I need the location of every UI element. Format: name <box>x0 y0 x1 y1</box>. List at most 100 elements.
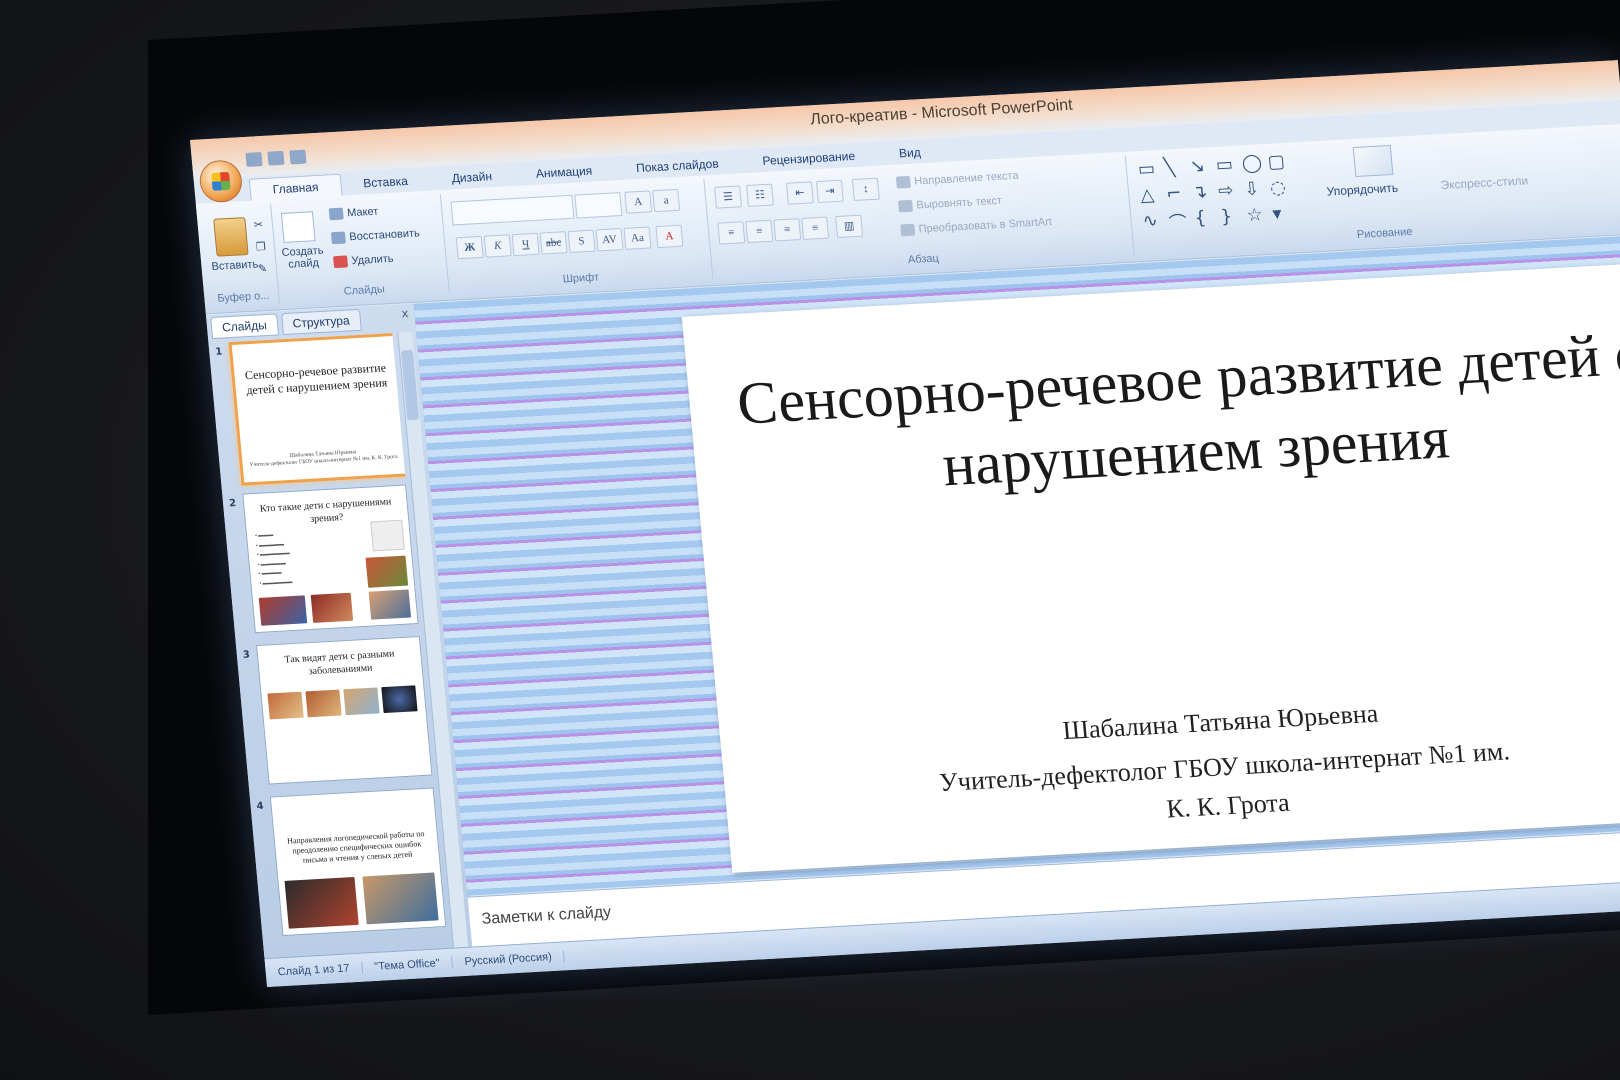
reset-button[interactable]: Восстановить <box>330 227 421 245</box>
arrow-line-shape-icon[interactable]: ↘ <box>1189 155 1206 177</box>
font-group-label: Шрифт <box>562 271 600 286</box>
thumb-canvas: Кто такие дети с нарушениями зрения? ▪ ▬… <box>242 484 419 634</box>
freeform-shape-icon[interactable]: ∿ <box>1142 210 1159 232</box>
oval-shape-icon[interactable]: ◯ <box>1241 152 1263 174</box>
columns-icon[interactable]: ▥ <box>835 214 864 239</box>
layout-button[interactable]: Макет <box>328 205 379 221</box>
close-icon[interactable]: x <box>401 306 409 320</box>
line-shape-icon[interactable]: ╲ <box>1163 157 1176 179</box>
underline-icon[interactable]: Ч <box>511 232 540 257</box>
rounded-rect-shape-icon[interactable]: ▢ <box>1267 151 1286 173</box>
arrange-button[interactable]: Упорядочить <box>1326 181 1399 199</box>
change-case-icon[interactable]: Aa <box>623 226 652 250</box>
slides-group-label: Слайды <box>343 283 386 298</box>
slide-thumbnail-4[interactable]: 4 Направления логопедической работы по п… <box>254 787 447 943</box>
slide-thumbnail-1[interactable]: 1 Сенсорно-речевое развитие детей с нару… <box>212 333 410 489</box>
align-text-button[interactable]: Выровнять текст <box>897 194 1003 213</box>
rectangle-shape-icon[interactable]: ▭ <box>1215 154 1234 176</box>
drawing-group-label: Рисование <box>1356 225 1413 241</box>
new-slide-icon[interactable] <box>280 211 316 243</box>
font-family-input[interactable] <box>450 194 575 226</box>
layout-icon <box>328 207 344 221</box>
font-group: A a Ж К Ч abc S AV Aa A Шрифт <box>441 179 714 294</box>
bullets-icon[interactable]: ☰ <box>714 185 743 209</box>
increase-indent-icon[interactable]: ⇥ <box>815 179 844 204</box>
photo-image <box>365 555 409 588</box>
redo-icon[interactable] <box>289 149 307 165</box>
down-arrow-shape-icon[interactable]: ⇩ <box>1243 178 1260 200</box>
current-slide[interactable]: Сенсорно-речевое развитие детей с наруше… <box>681 261 1620 873</box>
justify-icon[interactable]: ≡ <box>801 216 830 240</box>
drawing-group: ▭ ╲ ↘ ▭ ◯ ▢ △ ⌐ ↴ ⇨ ⇩ ◌ ∿ ⌒ { } ☆ ▾ Упор… <box>1127 128 1620 255</box>
photo-image <box>310 592 354 623</box>
slides-group: Создать слайд Макет Восстановить Удалить… <box>272 194 450 304</box>
font-size-input[interactable] <box>574 192 623 219</box>
copy-icon[interactable]: ❐ <box>255 240 266 254</box>
undo-icon[interactable] <box>267 150 285 166</box>
format-painter-icon[interactable]: ✎ <box>257 262 267 275</box>
elbow-connector-icon[interactable]: ⌐ <box>1165 183 1182 205</box>
convert-smartart-button[interactable]: Преобразовать в SmartArt <box>900 216 1052 237</box>
align-text-label: Выровнять текст <box>915 194 1003 212</box>
thumb-title: Так видят дети с разными заболеваниями <box>283 648 395 677</box>
status-theme: "Тема Office" <box>361 956 454 974</box>
more-shapes-icon[interactable]: ▾ <box>1272 203 1283 224</box>
save-icon[interactable] <box>245 152 263 167</box>
bold-icon[interactable]: Ж <box>455 235 484 260</box>
photo-image <box>381 685 418 714</box>
italic-icon[interactable]: К <box>483 234 512 258</box>
quick-styles-button[interactable]: Экспресс-стили <box>1440 173 1529 192</box>
font-color-icon[interactable]: A <box>655 224 684 249</box>
delete-button[interactable]: Удалить <box>333 252 395 269</box>
align-left-icon[interactable]: ≡ <box>717 221 746 245</box>
thumb-canvas: Так видят дети с разными заболеваниями <box>256 635 433 785</box>
connector-arrow-icon[interactable]: ↴ <box>1191 181 1208 203</box>
cut-icon[interactable]: ✂ <box>253 218 263 231</box>
numbering-icon[interactable]: ☷ <box>746 183 774 207</box>
star-shape-icon[interactable]: ☆ <box>1246 204 1264 226</box>
paste-icon[interactable] <box>213 217 249 257</box>
photo-image <box>267 691 304 720</box>
thumb-bullets: ▪ ▬▬▬ ▪ ▬▬▬▬▬ ▪ ▬▬▬▬▬▬ ▪ ▬▬▬▬▬ ▪ ▬▬▬▬ ▪ ▬▬▬▬▬… <box>254 532 293 587</box>
tab-slides[interactable]: Слайды <box>210 313 279 340</box>
photo-image <box>368 589 412 620</box>
reset-label: Восстановить <box>348 227 421 244</box>
curve-shape-icon[interactable]: ⌒ <box>1168 209 1188 236</box>
shrink-font-icon[interactable]: a <box>652 188 681 213</box>
slide-title[interactable]: Сенсорно-речевое развитие детей с наруше… <box>727 317 1620 514</box>
triangle-shape-icon[interactable]: △ <box>1139 184 1155 206</box>
grow-font-icon[interactable]: A <box>624 190 653 214</box>
quick-access-toolbar <box>245 149 307 167</box>
brace-right-icon[interactable]: } <box>1220 206 1233 228</box>
right-arrow-shape-icon[interactable]: ⇨ <box>1217 180 1234 202</box>
slide-thumbnail-2[interactable]: 2 Кто такие дети с нарушениями зрения? ▪… <box>226 484 419 640</box>
decrease-indent-icon[interactable]: ⇤ <box>785 181 814 205</box>
status-language[interactable]: Русский (Россия) <box>452 950 566 969</box>
layout-label: Макет <box>346 205 379 220</box>
text-direction-button[interactable]: Направление текста <box>895 169 1019 189</box>
line-spacing-icon[interactable]: ↕ <box>851 177 880 202</box>
thumb-number: 3 <box>242 649 251 661</box>
callout-shape-icon[interactable]: ◌ <box>1269 177 1287 199</box>
photo-image <box>362 872 439 925</box>
align-center-icon[interactable]: ≡ <box>745 219 774 244</box>
delete-icon <box>333 255 349 269</box>
new-slide-button[interactable]: Создать слайд <box>280 245 326 271</box>
shadow-icon[interactable]: S <box>567 229 596 253</box>
delete-label: Удалить <box>351 252 395 268</box>
status-slide-position: Слайд 1 из 17 <box>265 961 363 980</box>
brace-left-icon[interactable]: { <box>1194 207 1207 229</box>
align-right-icon[interactable]: ≡ <box>773 218 802 242</box>
char-spacing-icon[interactable]: AV <box>595 228 624 252</box>
scrollbar-thumb[interactable] <box>400 349 420 421</box>
strikethrough-icon[interactable]: abc <box>539 231 568 255</box>
align-text-icon <box>897 199 914 213</box>
paste-button[interactable]: Вставить <box>211 258 259 273</box>
tab-outline[interactable]: Структура <box>280 308 362 336</box>
slide-thumbnail-3[interactable]: 3 Так видят дети с разными заболеваниями <box>240 635 433 792</box>
clipboard-group: Вставить ✂ ❐ ✎ Буфер о... <box>200 203 281 308</box>
text-direction-label: Направление текста <box>913 169 1019 188</box>
photo-image <box>284 876 359 929</box>
thumb-canvas: Сенсорно-речевое развитие детей с наруше… <box>228 333 410 486</box>
textbox-shape-icon[interactable]: ▭ <box>1137 158 1156 180</box>
